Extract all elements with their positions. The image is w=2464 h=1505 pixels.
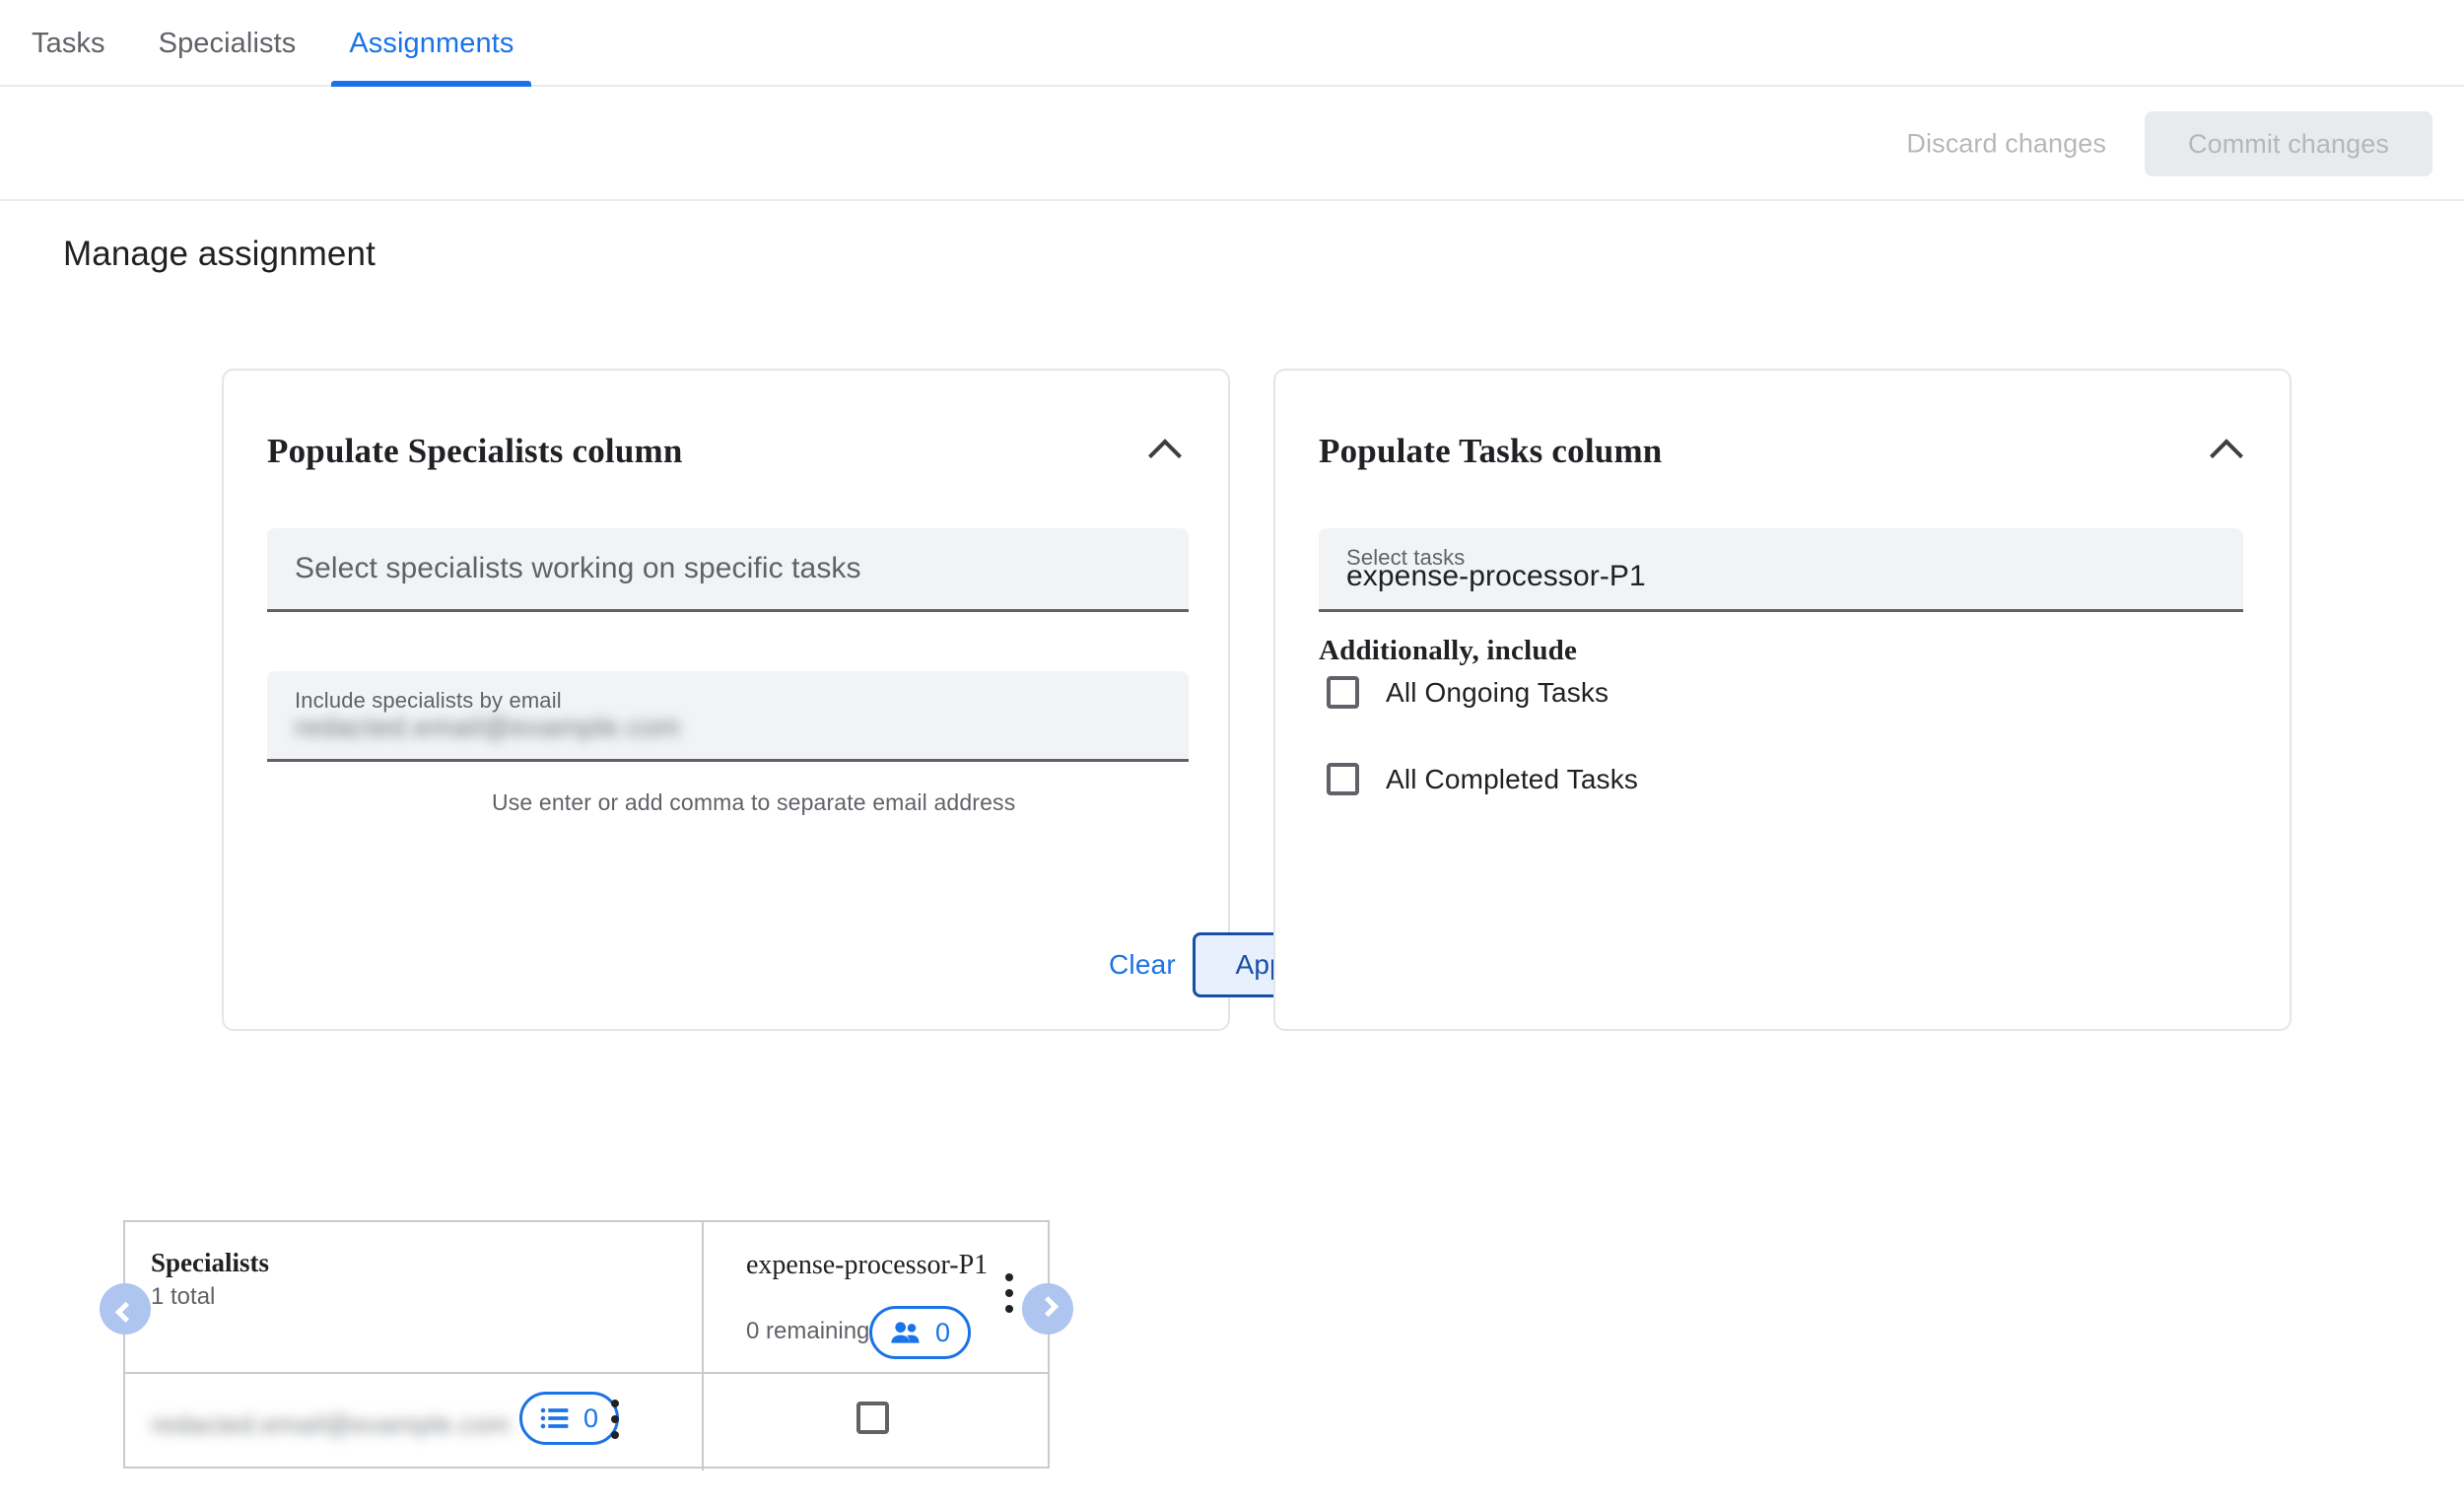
grid-corner-subtitle: 1 total	[151, 1283, 216, 1310]
discard-changes-button[interactable]: Discard changes	[1906, 129, 2106, 160]
primary-tab-bar: Tasks Specialists Assignments	[0, 0, 2464, 87]
action-bar: Discard changes Commit changes	[0, 89, 2464, 201]
collapse-tasks-button[interactable]	[2203, 428, 2250, 475]
checkbox-label: All Ongoing Tasks	[1386, 676, 1609, 708]
card-header-tasks: Populate Tasks column	[1319, 422, 2250, 481]
clear-specialists-button[interactable]: Clear	[1095, 939, 1190, 991]
include-specialists-email-field[interactable]: Include specialists by email redacted.em…	[267, 671, 1189, 762]
people-icon	[891, 1322, 920, 1343]
dot	[1005, 1289, 1013, 1297]
select-tasks-value: expense-processor-P1	[1346, 560, 1646, 592]
dot	[611, 1400, 619, 1407]
chevron-right-icon	[1037, 1295, 1059, 1317]
list-icon	[540, 1407, 569, 1429]
chevron-up-icon	[2210, 439, 2243, 473]
grid-corner-title: Specialists	[151, 1248, 270, 1277]
checkbox-icon	[1327, 676, 1359, 709]
dot	[611, 1415, 619, 1423]
grid-column-title: expense-processor-P1	[746, 1250, 989, 1280]
row-specialist-email: redacted.email@example.com	[151, 1409, 511, 1439]
assignment-cell-checkbox[interactable]	[856, 1402, 889, 1434]
include-specialists-email-label: Include specialists by email	[295, 688, 562, 713]
card-title-tasks: Populate Tasks column	[1319, 432, 1663, 470]
additionally-include-heading: Additionally, include	[1319, 635, 1578, 666]
row-overflow-menu-button[interactable]	[598, 1398, 632, 1441]
dot	[611, 1431, 619, 1439]
populate-specialists-card: Populate Specialists column Select speci…	[222, 369, 1348, 1031]
row-chip-count: 0	[583, 1402, 599, 1433]
assignment-grid: Specialists 1 total expense-processor-P1…	[100, 1220, 1073, 1471]
checkbox-label: All Completed Tasks	[1386, 763, 1638, 794]
grid-column-subtitle: 0 remaining	[746, 1318, 870, 1344]
dot	[1005, 1305, 1013, 1313]
populate-tasks-card: Populate Tasks column Select tasks expen…	[1273, 369, 2292, 1031]
checkbox-icon	[1327, 763, 1359, 795]
tab-assignments[interactable]: Assignments	[327, 0, 535, 87]
select-specialists-placeholder: Select specialists working on specific t…	[295, 552, 861, 584]
card-title-specialists: Populate Specialists column	[267, 432, 683, 470]
grid-horizontal-divider	[125, 1372, 1048, 1374]
scroll-left-button[interactable]	[100, 1283, 151, 1334]
scroll-right-button[interactable]	[1022, 1283, 1073, 1334]
email-helper-text: Use enter or add comma to separate email…	[492, 789, 1016, 815]
card-header-specialists: Populate Specialists column	[267, 422, 1189, 481]
select-tasks-field[interactable]: Select tasks expense-processor-P1	[1319, 528, 2243, 612]
commit-changes-button[interactable]: Commit changes	[2145, 111, 2432, 176]
checkbox-all-ongoing-tasks[interactable]: All Ongoing Tasks	[1327, 676, 1608, 709]
page-title: Manage assignment	[63, 235, 376, 273]
select-specialists-field[interactable]: Select specialists working on specific t…	[267, 528, 1189, 612]
chevron-up-icon	[1148, 439, 1182, 473]
checkbox-all-completed-tasks[interactable]: All Completed Tasks	[1327, 763, 1638, 795]
collapse-specialists-button[interactable]	[1141, 428, 1189, 475]
column-chip-count: 0	[935, 1317, 951, 1347]
column-overflow-menu-button[interactable]	[992, 1271, 1026, 1315]
grid-vertical-divider	[702, 1222, 704, 1471]
dot	[1005, 1273, 1013, 1281]
chevron-left-icon	[114, 1301, 136, 1323]
tab-tasks[interactable]: Tasks	[10, 0, 127, 87]
column-specialists-count-chip[interactable]: 0	[869, 1306, 972, 1359]
include-specialists-email-value: redacted.email@example.com	[295, 712, 681, 742]
tab-specialists[interactable]: Specialists	[137, 0, 318, 87]
